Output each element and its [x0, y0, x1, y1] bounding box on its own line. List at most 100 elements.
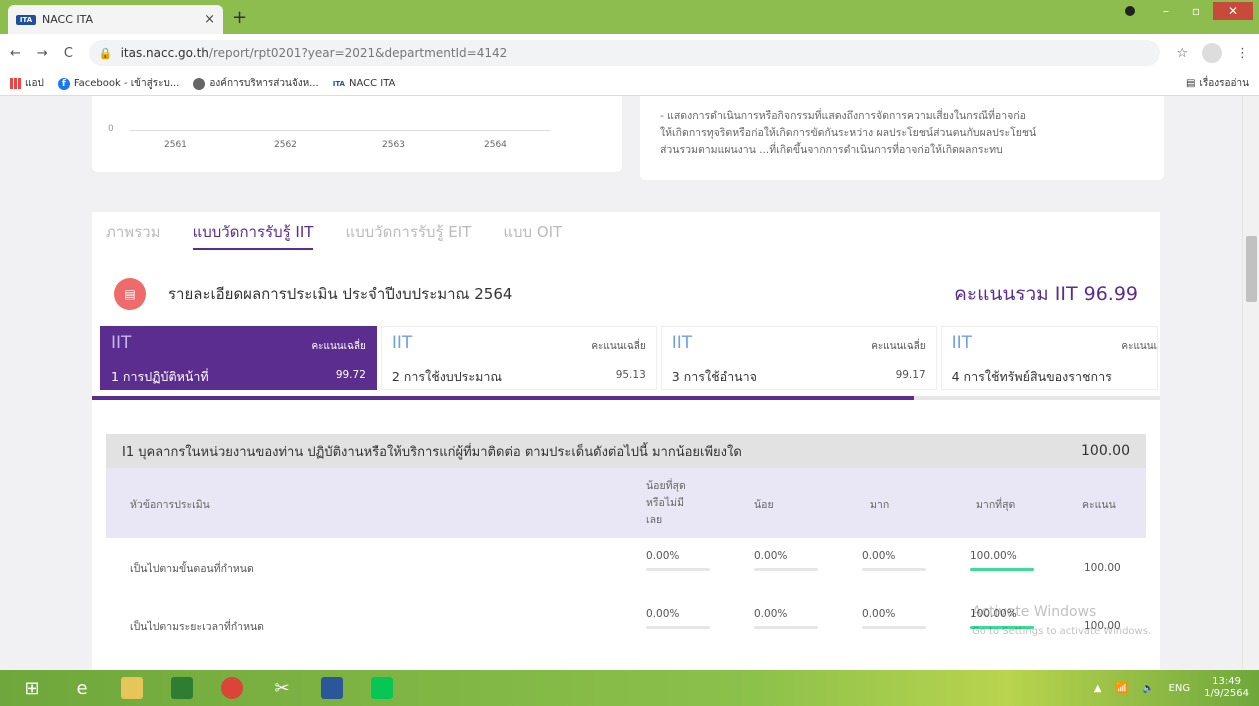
maximize-icon[interactable]: ▫	[1183, 2, 1209, 20]
tab-overview[interactable]: ภาพรวม	[106, 220, 161, 250]
bar-fill	[970, 568, 1034, 571]
apps-grid-icon	[10, 78, 21, 89]
file-explorer-icon[interactable]	[110, 673, 154, 703]
store-icon[interactable]	[160, 673, 204, 703]
chart-tick: 2562	[274, 140, 297, 150]
row-most-bar	[970, 568, 1034, 571]
globe-icon	[193, 77, 206, 90]
tab-oit[interactable]: แบบ OIT	[503, 220, 562, 250]
chart-zero-label: 0	[108, 124, 114, 134]
bookmark-label: NACC ITA	[348, 78, 396, 89]
browser-tab[interactable]: ITA NACC ITA ×	[8, 5, 223, 34]
scorecard-name: 2 การใช้งบประมาณ	[391, 369, 502, 384]
row-much: 0.00%	[862, 608, 896, 620]
new-tab-icon[interactable]: +	[232, 7, 247, 28]
row-much-bar	[862, 568, 926, 571]
url-path: /report/rpt0201?year=2021&departmentId=4…	[208, 46, 508, 60]
close-tab-icon[interactable]: ×	[204, 12, 215, 27]
forward-icon[interactable]: →	[37, 46, 48, 61]
scorecard-2[interactable]: IIT คะแนนเฉลี่ย 2 การใช้งบประมาณ 95.13	[380, 326, 657, 390]
col-score: คะแนน	[1082, 499, 1116, 511]
chart-axis-line	[130, 130, 550, 131]
col-most: มากที่สุด	[976, 499, 1016, 511]
scorecard-scroll-fill	[92, 396, 915, 400]
chart-tick: 2561	[164, 140, 187, 150]
row-least-bar	[646, 568, 710, 571]
clock[interactable]: 13:49 1/9/2564	[1204, 676, 1249, 700]
scorecard-score: 95.13	[615, 369, 646, 381]
volume-icon[interactable]: 🔈	[1142, 683, 1154, 694]
description-line: ส่วนรวมตามแผนงาน ...ที่เกิดขึ้นจากการดำเ…	[660, 144, 1003, 156]
reading-list-label: เรื่องรออ่าน	[1199, 78, 1249, 89]
document-icon[interactable]: ▤	[114, 278, 146, 310]
reading-list[interactable]: ▤ เรื่องรออ่าน	[1186, 76, 1249, 91]
internet-explorer-icon[interactable]: e	[60, 673, 104, 703]
description-textarea[interactable]: - แสดงการดำเนินการหรือกิจกรรมที่แสดงถึงก…	[660, 108, 1144, 158]
chrome-icon[interactable]	[210, 673, 254, 703]
summary-header: ▤ รายละเอียดผลการประเมิน ประจำปีงบประมาณ…	[114, 274, 1138, 314]
bookmark-apps[interactable]: แอป	[10, 76, 44, 91]
tab-eit[interactable]: แบบวัดการรับรู้ EIT	[345, 220, 471, 250]
network-icon[interactable]: 📶	[1116, 683, 1128, 694]
row-least: 0.00%	[646, 550, 680, 562]
clock-date: 1/9/2564	[1204, 688, 1249, 699]
scorecard-score: 99.17	[895, 369, 926, 381]
watermark-subtitle: Go to Settings to activate Windows.	[972, 626, 1152, 637]
windows-taskbar: ⊞ e ✂ ▲ 📶 🔈 ENG 13:49 1/9/2564	[0, 670, 1259, 706]
close-window-icon[interactable]: ✕	[1213, 2, 1253, 20]
back-icon[interactable]: ←	[10, 46, 21, 61]
url-host: itas.nacc.go.th	[120, 46, 209, 60]
ita-favicon-icon: ITA	[16, 14, 36, 25]
reload-icon[interactable]: C	[64, 46, 73, 61]
bookmark-nacc[interactable]: ITA NACC ITA	[333, 78, 396, 89]
col-least-line: น้อยที่สุด	[646, 480, 686, 492]
scorecard-avg-label: คะแนนเ	[1121, 341, 1157, 352]
star-icon[interactable]: ☆	[1176, 46, 1188, 61]
scorecard-score: 99.72	[335, 369, 366, 381]
tools-icon[interactable]: ✂	[260, 673, 304, 703]
row-much-bar	[862, 626, 926, 629]
chart-tick: 2564	[484, 140, 507, 150]
row-little: 0.00%	[754, 550, 788, 562]
minimize-icon[interactable]: –	[1153, 2, 1179, 20]
activation-watermark: Activate Windows Go to Settings to activ…	[972, 602, 1151, 642]
scorecard-3[interactable]: IIT คะแนนเฉลี่ย 3 การใช้อำนาจ 99.17	[660, 326, 937, 390]
col-least: น้อยที่สุด หรือไม่มี เลย	[646, 478, 686, 529]
clock-time: 13:49	[1212, 676, 1241, 687]
window-controls: – ▫ ✕	[1125, 0, 1253, 22]
system-tray: ▲ 📶 🔈 ENG 13:49 1/9/2564	[1094, 676, 1249, 700]
bookmark-facebook[interactable]: f Facebook - เข้าสู่ระบ...	[57, 76, 180, 91]
table-row: เป็นไปตามขั้นตอนที่กำหนด 0.00% 0.00% 0.0…	[106, 538, 1146, 596]
address-toolbar: ← → C 🔒 itas.nacc.go.th /report/rpt0201?…	[0, 34, 1259, 72]
start-icon[interactable]: ⊞	[10, 673, 54, 703]
browser-titlebar: ITA NACC ITA × + – ▫ ✕	[0, 0, 1259, 34]
ita-icon: ITA	[332, 79, 345, 88]
record-icon	[1125, 6, 1135, 16]
scorecard-scroll-track[interactable]	[92, 396, 1160, 400]
description-line: ให้เกิดการทุจริตหรือก่อให้เกิดการขัดกันร…	[660, 127, 1037, 139]
question-score: 100.00	[1081, 443, 1130, 459]
bookmark-label: Facebook - เข้าสู่ระบ...	[73, 78, 180, 89]
tray-arrow-icon[interactable]: ▲	[1094, 683, 1102, 694]
scorecard-avg-label: คะแนนเฉลี่ย	[311, 341, 366, 352]
scorecard-1[interactable]: IIT คะแนนเฉลี่ย 1 การปฏิบัติหน้าที่ 99.7…	[100, 326, 377, 390]
line-icon[interactable]	[360, 673, 404, 703]
url-bar[interactable]: 🔒 itas.nacc.go.th /report/rpt0201?year=2…	[88, 40, 1161, 66]
watermark-title: Activate Windows	[972, 604, 1097, 620]
language-indicator[interactable]: ENG	[1169, 683, 1191, 694]
menu-icon[interactable]: ⋮	[1236, 46, 1249, 61]
toolbar-right: ☆ ⋮	[1176, 43, 1249, 63]
profile-avatar[interactable]	[1202, 43, 1222, 63]
facebook-icon: f	[57, 77, 70, 90]
bookmark-label: องค์การบริหารส่วนจังห...	[209, 78, 319, 89]
question-header: I1 บุคลากรในหน่วยงานของท่าน ปฏิบัติงานหร…	[106, 434, 1146, 468]
page-scrollbar[interactable]	[1242, 96, 1259, 670]
scorecard-4[interactable]: IIT คะแนนเ 4 การใช้ทรัพย์สินของราชการ	[940, 326, 1158, 390]
col-least-line: หรือไม่มี	[646, 497, 684, 509]
bookmark-org[interactable]: องค์การบริหารส่วนจังห...	[193, 76, 319, 91]
row-little: 0.00%	[754, 608, 788, 620]
row-least-bar	[646, 626, 710, 629]
word-icon[interactable]	[310, 673, 354, 703]
tab-iit[interactable]: แบบวัดการรับรู้ IIT	[192, 220, 314, 250]
scrollbar-thumb[interactable]	[1246, 236, 1257, 302]
